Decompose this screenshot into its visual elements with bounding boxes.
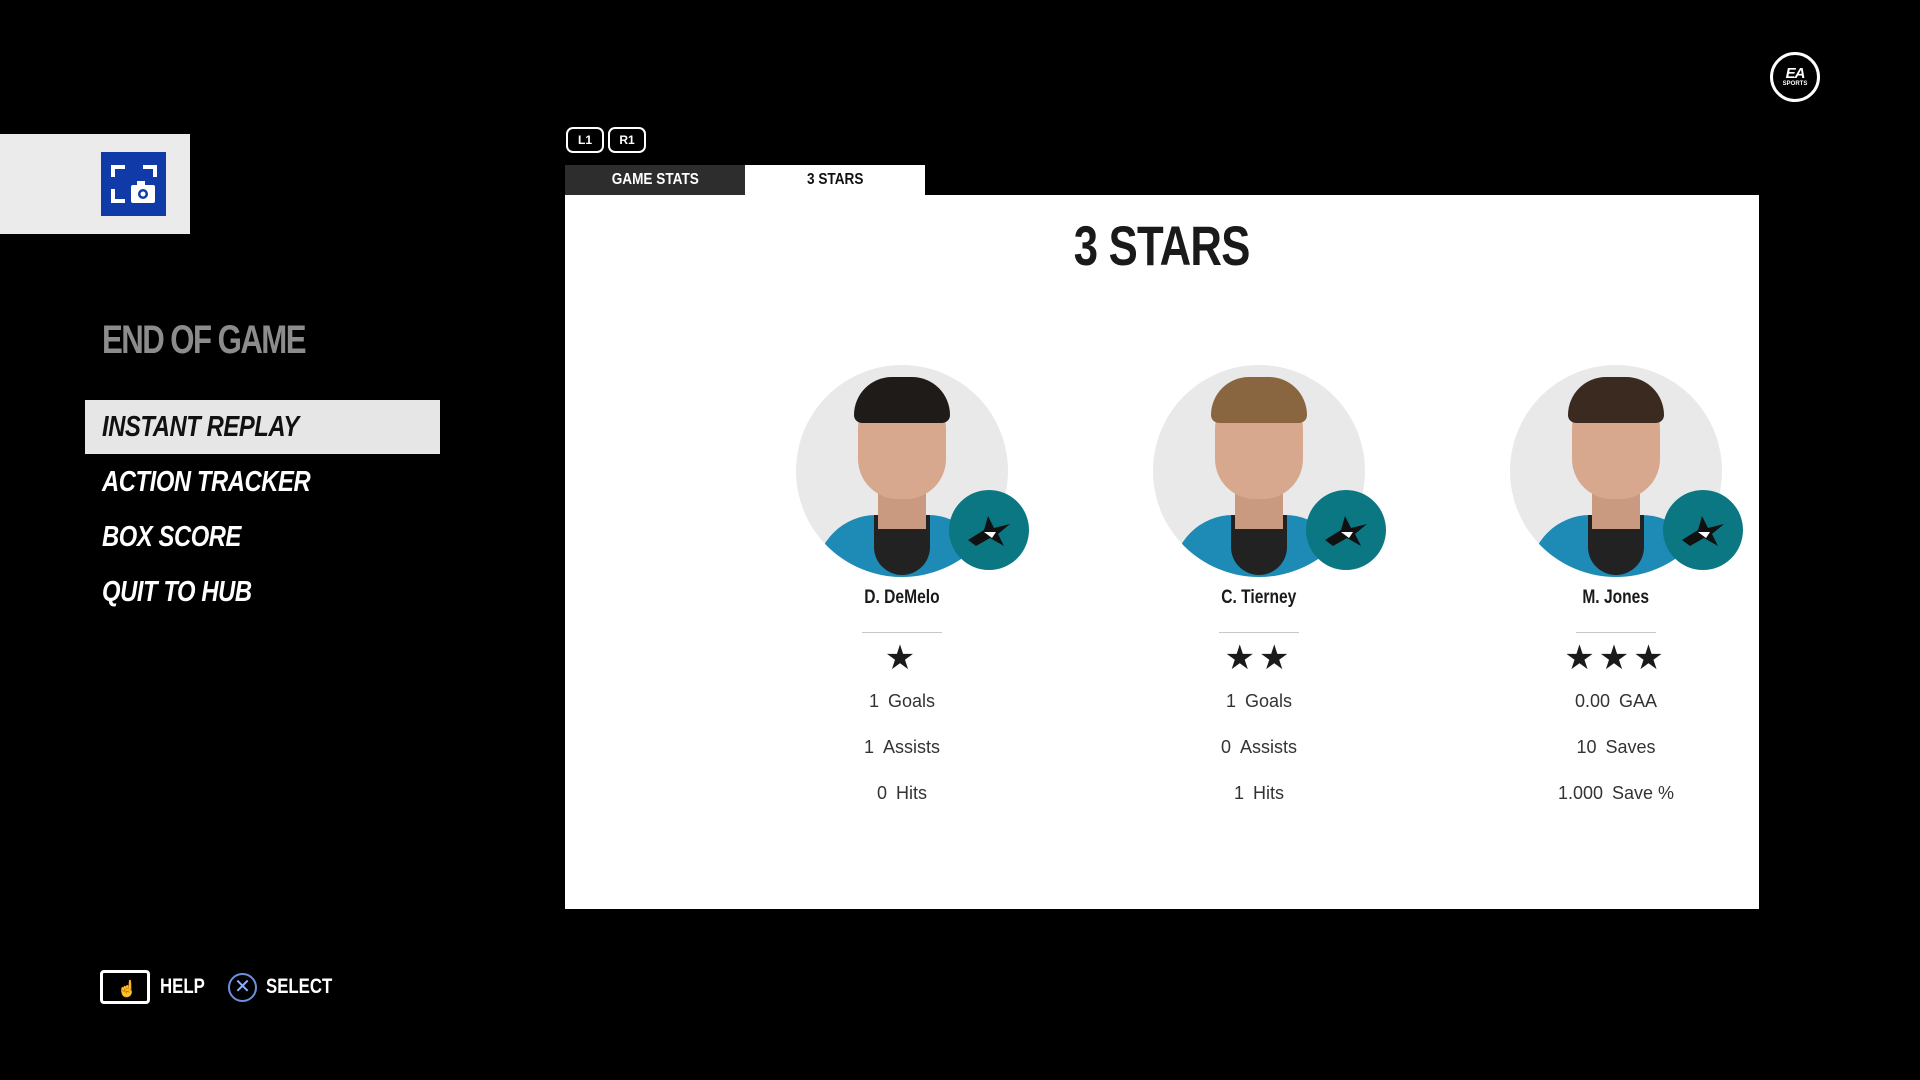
stat-label: Saves bbox=[1605, 737, 1656, 757]
stat-value: 1.000 bbox=[1557, 783, 1603, 803]
select-hint[interactable]: SELECT bbox=[266, 975, 349, 999]
stat-label: Hits bbox=[1253, 783, 1284, 803]
player-name: C. Tierney bbox=[1117, 587, 1401, 609]
tab-3-stars[interactable]: 3 STARS bbox=[745, 165, 925, 195]
stat-value: 0.00 bbox=[1574, 691, 1611, 711]
menu-item-label: INSTANT REPLAY bbox=[102, 411, 299, 443]
touchpad-icon[interactable]: ☝ bbox=[100, 970, 150, 1004]
panel-title: 3 STARS bbox=[565, 213, 1759, 278]
player-name-text: M. Jones bbox=[1582, 587, 1650, 608]
divider bbox=[862, 632, 942, 633]
star-rating: ★★ bbox=[1224, 639, 1294, 677]
stat-row: 0.00 GAA bbox=[1474, 691, 1758, 712]
hair-shape bbox=[854, 377, 950, 423]
stat-row: 0 Hits bbox=[760, 783, 1044, 804]
player-name: M. Jones bbox=[1474, 587, 1758, 609]
tab-label: GAME STATS bbox=[611, 171, 699, 188]
screenshot-capture-box[interactable] bbox=[0, 134, 190, 234]
end-of-game-menu: INSTANT REPLAY ACTION TRACKER BOX SCORE … bbox=[85, 400, 440, 620]
stat-value: 1 bbox=[868, 691, 879, 711]
help-hint[interactable]: HELP bbox=[160, 975, 220, 999]
stat-value: 10 bbox=[1576, 737, 1597, 757]
stat-value: 0 bbox=[1220, 737, 1231, 757]
sharks-logo-icon bbox=[949, 490, 1029, 570]
stat-row: 10 Saves bbox=[1474, 737, 1758, 758]
help-label: HELP bbox=[160, 975, 205, 998]
stat-label: Assists bbox=[1240, 737, 1298, 757]
menu-item-label: BOX SCORE bbox=[102, 521, 242, 553]
stat-row: 0 Assists bbox=[1117, 737, 1401, 758]
cross-button-icon[interactable]: ✕ bbox=[228, 972, 257, 1002]
menu-item-label: QUIT TO HUB bbox=[102, 576, 252, 608]
tab-game-stats[interactable]: GAME STATS bbox=[565, 165, 745, 195]
sports-logo-text: SPORTS bbox=[1782, 80, 1808, 87]
menu-title: END OF GAME bbox=[102, 318, 307, 362]
stat-value: 1 bbox=[863, 737, 874, 757]
stat-label: Goals bbox=[887, 691, 936, 711]
tab-shoulder-buttons: L1 R1 bbox=[566, 127, 646, 153]
hair-shape bbox=[1211, 377, 1307, 423]
stat-label: Goals bbox=[1244, 691, 1293, 711]
player-name: D. DeMelo bbox=[760, 587, 1044, 609]
select-label: SELECT bbox=[266, 975, 333, 998]
sharks-logo-icon bbox=[1663, 490, 1743, 570]
stat-label: GAA bbox=[1619, 691, 1658, 711]
player-name-text: C. Tierney bbox=[1221, 587, 1297, 608]
player-name-text: D. DeMelo bbox=[864, 587, 940, 608]
menu-item-box-score[interactable]: BOX SCORE bbox=[85, 510, 440, 564]
l1-button-icon[interactable]: L1 bbox=[566, 127, 604, 153]
tab-label: 3 STARS bbox=[806, 171, 864, 188]
sharks-logo-icon bbox=[1306, 490, 1386, 570]
r1-button-icon[interactable]: R1 bbox=[608, 127, 646, 153]
finger-icon: ☝ bbox=[117, 981, 137, 998]
menu-item-instant-replay[interactable]: INSTANT REPLAY bbox=[85, 400, 440, 454]
screenshot-camera-icon[interactable] bbox=[101, 152, 166, 216]
star-rating: ★★★ bbox=[1564, 639, 1668, 677]
screen: { "capture": { "icon": "screenshot-camer… bbox=[0, 0, 1920, 1080]
stat-label: Save % bbox=[1612, 783, 1675, 803]
divider bbox=[1576, 632, 1656, 633]
stat-row: 1 Goals bbox=[760, 691, 1044, 712]
stat-value: 1 bbox=[1225, 691, 1236, 711]
stat-value: 1 bbox=[1233, 783, 1244, 803]
ea-sports-logo: EA SPORTS bbox=[1770, 52, 1820, 102]
stat-row: 1.000 Save % bbox=[1474, 783, 1758, 804]
star-rating: ★ bbox=[884, 639, 920, 677]
stat-row: 1 Assists bbox=[760, 737, 1044, 758]
controller-hints: ☝ HELP ✕ SELECT bbox=[100, 970, 349, 1004]
stat-row: 1 Goals bbox=[1117, 691, 1401, 712]
ea-logo-text: EA bbox=[1785, 64, 1806, 82]
menu-item-quit-to-hub[interactable]: QUIT TO HUB bbox=[85, 565, 440, 619]
stat-label: Assists bbox=[883, 737, 941, 757]
menu-item-action-tracker[interactable]: ACTION TRACKER bbox=[85, 455, 440, 509]
divider bbox=[1219, 632, 1299, 633]
menu-item-label: ACTION TRACKER bbox=[102, 466, 311, 498]
three-stars-panel: 3 STARS D. DeMelo ★ 1 Goals 1 Assists 0 … bbox=[565, 195, 1759, 909]
stat-value: 0 bbox=[876, 783, 887, 803]
panel-title-text: 3 STARS bbox=[1074, 214, 1251, 277]
stat-row: 1 Hits bbox=[1117, 783, 1401, 804]
hair-shape bbox=[1568, 377, 1664, 423]
stat-label: Hits bbox=[896, 783, 927, 803]
stats-tabs: GAME STATS 3 STARS bbox=[565, 165, 925, 195]
